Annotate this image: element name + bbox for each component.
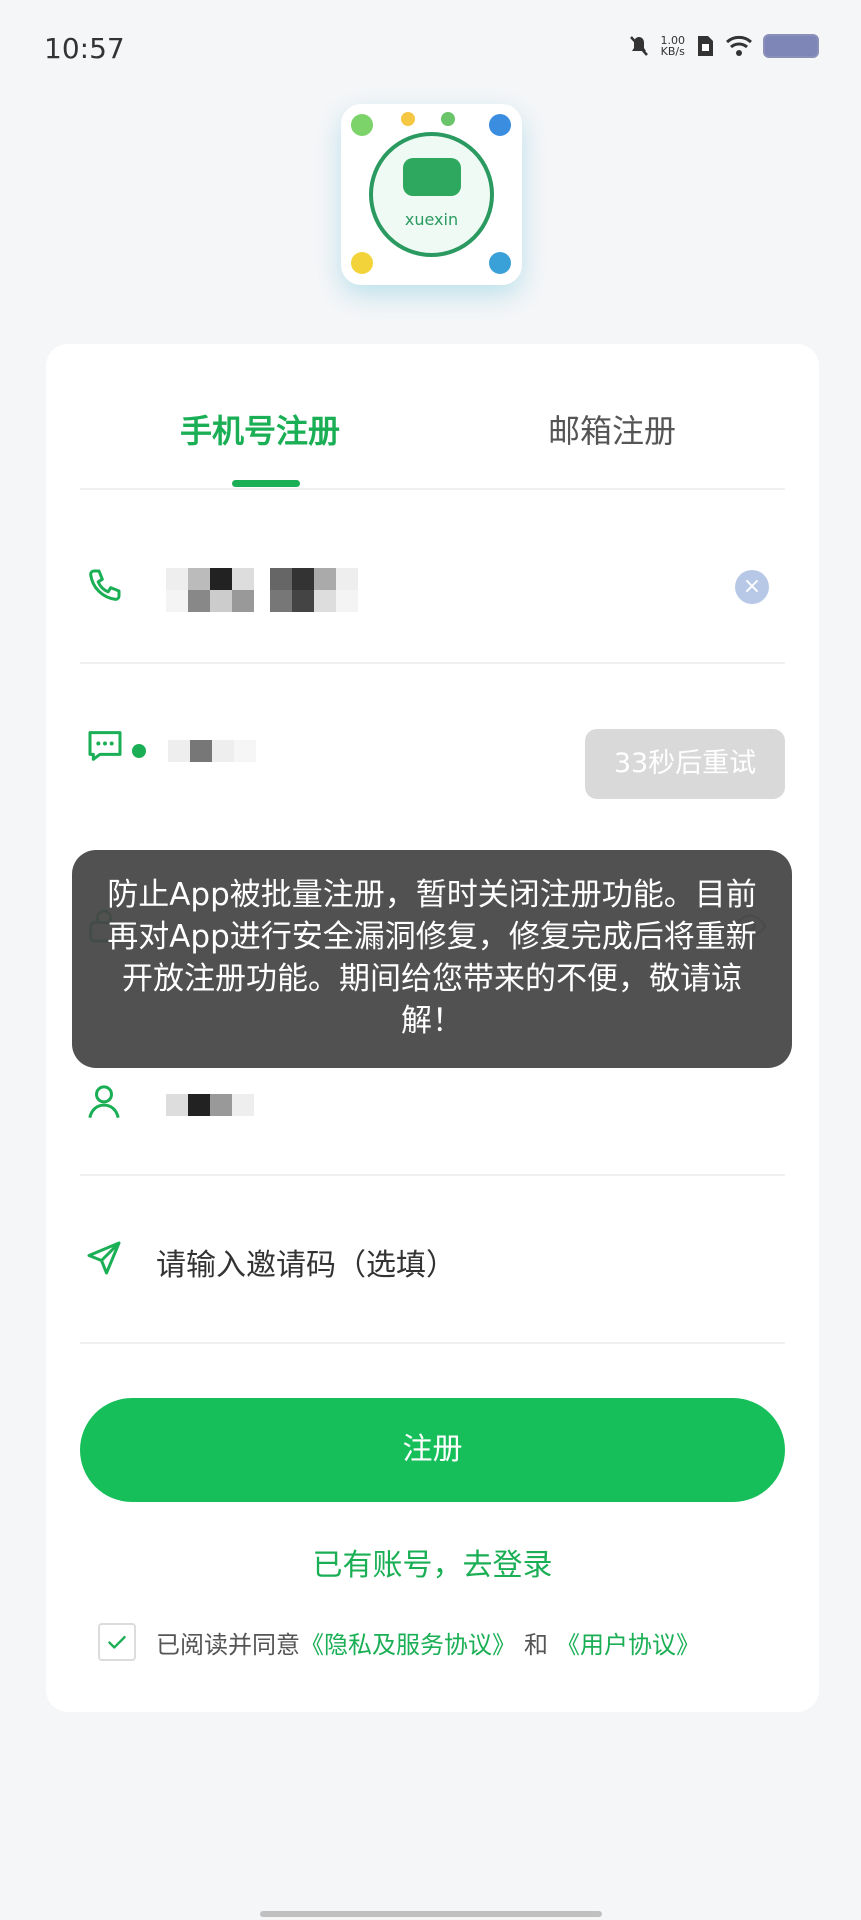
check-icon xyxy=(108,1635,126,1649)
status-icons: 1.00 KB/s xyxy=(627,34,819,58)
invite-code-field[interactable]: 请输入邀请码（选填） xyxy=(80,1176,785,1344)
status-bar: 10:57 1.00 KB/s xyxy=(0,0,861,100)
phone-field[interactable]: × xyxy=(80,514,785,664)
privacy-agreement-link[interactable]: 《隐私及服务协议》 xyxy=(300,1625,516,1660)
tab-indicator xyxy=(232,480,300,487)
send-icon xyxy=(84,1238,124,1282)
clear-icon[interactable]: × xyxy=(735,570,769,604)
sim-icon xyxy=(695,34,715,58)
logo-bubble: xuexin xyxy=(369,132,494,257)
agreement-row: 已阅读并同意 《隐私及服务协议》 和 《用户协议》 xyxy=(98,1622,700,1662)
mute-icon xyxy=(627,34,651,58)
net-speed-unit: KB/s xyxy=(660,45,685,58)
phone-value-masked-row2 xyxy=(166,590,358,612)
sms-code-masked xyxy=(132,740,256,762)
logo-brand: xuexin xyxy=(404,210,459,229)
go-login-link[interactable]: 已有账号，去登录 xyxy=(46,1540,819,1584)
phone-value-masked xyxy=(166,568,358,590)
invite-code-placeholder: 请输入邀请码（选填） xyxy=(156,1248,456,1283)
net-speed: 1.00 KB/s xyxy=(661,35,686,57)
agreement-prefix: 已阅读并同意 xyxy=(156,1630,300,1659)
message-icon xyxy=(84,726,126,770)
agreement-and: 和 xyxy=(524,1630,548,1659)
user-agreement-link[interactable]: 《用户协议》 xyxy=(556,1625,700,1660)
phone-icon xyxy=(84,566,124,610)
resend-code-button[interactable]: 33秒后重试 xyxy=(585,729,785,799)
username-masked xyxy=(166,1094,254,1116)
toast-message: 防止App被批量注册，暂时关闭注册功能。目前再对App进行安全漏洞修复，修复完成… xyxy=(72,850,792,1068)
status-time: 10:57 xyxy=(44,32,125,65)
agree-checkbox[interactable] xyxy=(98,1623,136,1661)
home-indicator[interactable] xyxy=(260,1911,602,1917)
app-logo: xuexin xyxy=(341,104,522,285)
register-tabs: 手机号注册 邮箱注册 xyxy=(80,344,785,490)
register-button[interactable]: 注册 xyxy=(80,1398,785,1502)
wifi-icon xyxy=(725,34,753,58)
user-icon xyxy=(84,1080,124,1126)
tab-phone-register[interactable]: 手机号注册 xyxy=(180,406,340,452)
battery-icon xyxy=(763,34,819,58)
tab-email-register[interactable]: 邮箱注册 xyxy=(548,406,676,452)
